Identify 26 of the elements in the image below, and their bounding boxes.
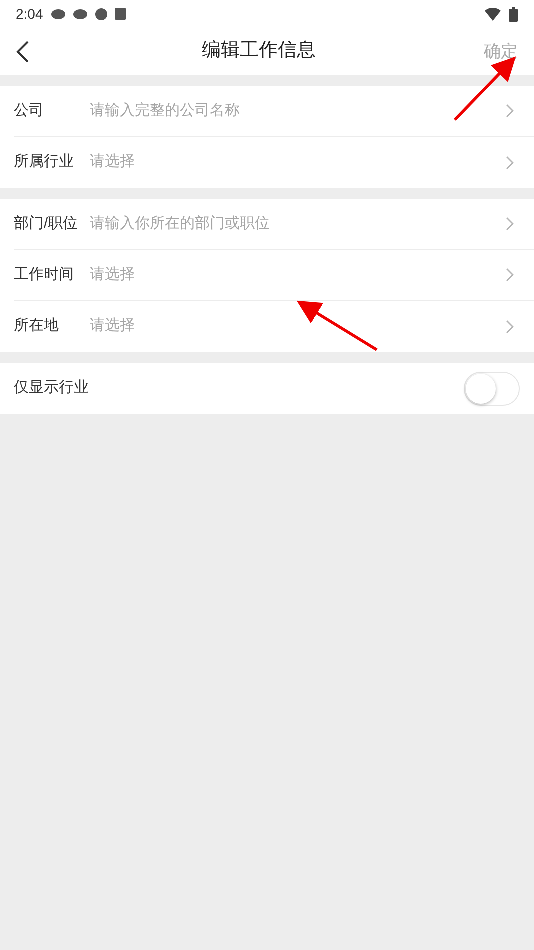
chevron-icon: [506, 156, 514, 170]
input-field[interactable]: 请输入你所在的部门或职位: [90, 212, 506, 236]
chevron-icon: [506, 320, 514, 334]
field-label: 公司: [14, 100, 45, 121]
input-field[interactable]: 请选择: [90, 264, 506, 286]
chevron-icon: [506, 217, 514, 231]
page-title: 编辑工作信息: [202, 39, 316, 64]
chevron-icon: [506, 104, 514, 118]
field-label: 所属行业: [14, 152, 75, 172]
chevron-icon: [506, 268, 514, 282]
form-row[interactable]: 所在地 请选择: [14, 301, 534, 352]
toggle-switch[interactable]: [464, 372, 520, 406]
form-row[interactable]: 所属行业 请选择: [14, 137, 534, 188]
field-label: 所在地: [14, 316, 60, 336]
input-field[interactable]: 请输入完整的公司名称: [90, 100, 506, 122]
field-label: 部门/职位: [14, 214, 80, 234]
form-row[interactable]: 工作时间 请选择: [14, 250, 534, 301]
toggle-label: 仅显示行业: [14, 378, 90, 398]
battery-icon: [509, 6, 518, 22]
field-label: 工作时间: [14, 264, 75, 285]
form-row[interactable]: 部门/职位 请输入你所在的部门或职位: [14, 199, 534, 250]
status-time: 2:04: [16, 4, 44, 24]
input-field[interactable]: 请选择: [90, 151, 506, 174]
wifi-icon: [485, 7, 501, 21]
form-row[interactable]: 公司 请输入完整的公司名称: [14, 86, 534, 137]
input-field[interactable]: 请选择: [90, 315, 506, 338]
